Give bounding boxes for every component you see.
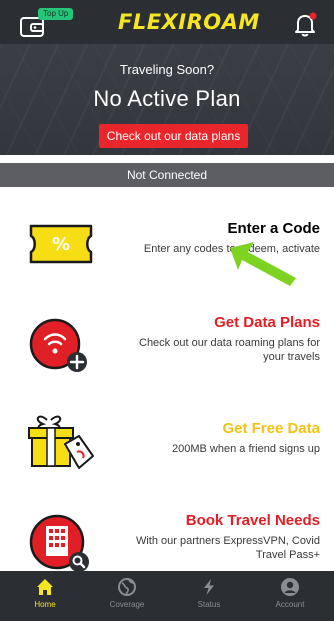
gift-box-tag-icon: [28, 415, 94, 469]
topup-badge: Top Up: [38, 8, 74, 20]
feature-get-free-data[interactable]: Get Free Data 200MB when a friend signs …: [0, 400, 334, 500]
feature-description: 200MB when a friend signs up: [172, 443, 320, 455]
connection-status-bar: Not Connected: [0, 163, 334, 187]
nav-tab-status[interactable]: Status: [174, 571, 244, 621]
lightning-icon: [204, 579, 214, 595]
building-search-icon: [29, 514, 89, 572]
feature-title: Get Free Data: [222, 420, 320, 437]
notifications-button[interactable]: [290, 9, 320, 39]
nav-label: Account: [275, 600, 305, 609]
nav-tab-account[interactable]: Account: [255, 571, 325, 621]
top-bar: Top Up FLEXIROAM: [0, 0, 334, 44]
wifi-sim-plus-icon: [29, 318, 87, 372]
nav-tab-coverage[interactable]: Coverage: [92, 571, 162, 621]
bell-icon: [295, 12, 317, 37]
plan-status-title: No Active Plan: [93, 86, 241, 111]
wallet-topup-button[interactable]: Top Up: [18, 8, 74, 40]
brand-wordmark: FLEXIROAM: [118, 10, 260, 34]
annotation-arrow-icon: [230, 242, 296, 286]
account-icon: [281, 578, 299, 596]
feature-title: Enter a Code: [227, 220, 320, 237]
nav-tab-home[interactable]: Home: [10, 571, 80, 621]
feature-description: Check out our data roaming plans for you…: [139, 337, 320, 363]
brand-logo: FLEXIROAM: [118, 9, 260, 35]
hero-subtitle: Traveling Soon?: [119, 62, 215, 77]
check-data-plans-button[interactable]: Check out our data plans: [99, 124, 248, 148]
feature-get-data-plans[interactable]: Get Data Plans Check out our data roamin…: [0, 300, 334, 400]
feature-description: With our partners ExpressVPN, Covid Trav…: [135, 535, 320, 561]
bottom-navigation: Home Coverage Status Account: [0, 571, 334, 621]
svg-text:%: %: [52, 234, 70, 255]
app-header: Top Up FLEXIROAM Traveling Soon? No Acti…: [0, 0, 334, 155]
nav-label: Coverage: [109, 600, 145, 609]
nav-label: Home: [34, 600, 56, 609]
ticket-percent-icon: %: [29, 224, 93, 264]
feature-title: Get Data Plans: [214, 314, 320, 331]
feature-title: Book Travel Needs: [185, 512, 320, 529]
globe-icon: [118, 578, 136, 596]
home-icon: [37, 579, 53, 595]
nav-label: Status: [197, 600, 221, 609]
